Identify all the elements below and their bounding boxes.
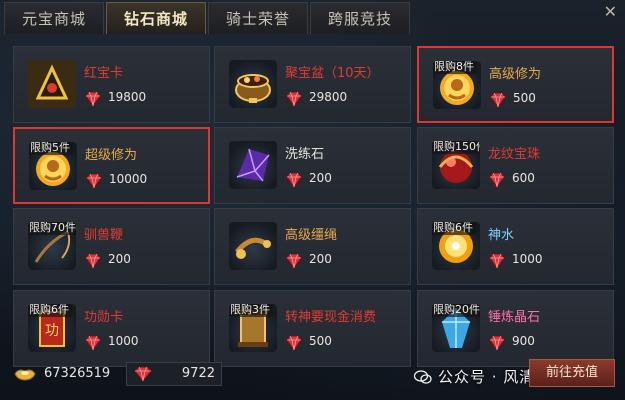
diamond-amount: 9722 bbox=[181, 366, 215, 381]
price-value: 500 bbox=[309, 334, 332, 348]
shop-item-card[interactable]: 限购150件龙纹宝珠 600 bbox=[417, 127, 614, 204]
gold-amount: 67326519 bbox=[44, 366, 111, 381]
price-value: 500 bbox=[513, 91, 536, 105]
diamond-icon bbox=[489, 92, 507, 108]
amulet-card-icon bbox=[28, 60, 76, 108]
item-name: 神水 bbox=[488, 228, 515, 243]
purchase-limit-badge: 限购6件 bbox=[28, 304, 72, 317]
blue-crystal-icon: 限购20件 bbox=[432, 304, 480, 352]
price-value: 19800 bbox=[108, 90, 147, 104]
purchase-limit-badge: 限购70件 bbox=[28, 222, 76, 235]
diamond-icon bbox=[84, 253, 102, 269]
scroll-icon: 限购3件 bbox=[229, 304, 277, 352]
item-name: 高级缰绳 bbox=[285, 228, 338, 243]
item-name: 洗练石 bbox=[285, 147, 325, 162]
shop-item-card[interactable]: 高级缰绳 200 bbox=[214, 208, 411, 285]
price-value: 29800 bbox=[309, 90, 348, 104]
purchase-limit-badge: 限购8件 bbox=[433, 61, 477, 74]
item-name: 龙纹宝珠 bbox=[488, 147, 541, 162]
purchase-limit-badge: 限购150件 bbox=[432, 141, 480, 154]
currency-footer: 67326519 9722 公众号 · 风清扬手游 前往充值 bbox=[0, 356, 625, 400]
item-name: 聚宝盆（10天） bbox=[285, 66, 380, 81]
cultivation-orb-icon: 限购8件 bbox=[433, 61, 481, 109]
shop-item-card[interactable]: 限购8件 高级修为 500 bbox=[417, 46, 614, 123]
recharge-button[interactable]: 前往充值 bbox=[529, 359, 615, 387]
diamond-icon bbox=[488, 253, 506, 269]
merit-card-icon: 功 限购6件 bbox=[28, 304, 76, 352]
diamond-icon bbox=[488, 335, 506, 351]
item-grid: 红宝卡 19800 聚宝盆（10天） 29800 限购8件 高级修为 500 限购5件 超级修为… bbox=[0, 0, 625, 400]
diamond-icon bbox=[285, 172, 303, 188]
purchase-limit-badge: 限购3件 bbox=[229, 304, 273, 317]
treasure-bowl-icon bbox=[229, 60, 277, 108]
purchase-limit-badge: 限购20件 bbox=[432, 304, 480, 317]
rein-icon bbox=[229, 222, 277, 270]
wechat-logo-icon bbox=[414, 370, 432, 384]
item-name: 高级修为 bbox=[489, 67, 542, 82]
item-name: 转神要现金消费 bbox=[285, 310, 377, 325]
price-value: 900 bbox=[512, 334, 535, 348]
shop-item-card[interactable]: 限购5件 超级修为 10000 bbox=[13, 127, 210, 204]
diamond-balance: 9722 bbox=[126, 362, 222, 386]
item-name: 功勋卡 bbox=[84, 310, 124, 325]
diamond-icon bbox=[285, 335, 303, 351]
price-value: 10000 bbox=[109, 172, 148, 186]
price-value: 1000 bbox=[512, 252, 543, 266]
item-name: 红宝卡 bbox=[84, 66, 124, 81]
diamond-icon bbox=[285, 253, 303, 269]
diamond-icon bbox=[84, 91, 102, 107]
price-value: 1000 bbox=[108, 334, 139, 348]
shop-item-card[interactable]: 限购6件 神水 1000 bbox=[417, 208, 614, 285]
whip-icon: 限购70件 bbox=[28, 222, 76, 270]
purple-crystal-icon bbox=[229, 141, 277, 189]
shop-item-card[interactable]: 限购70件 驯兽鞭 200 bbox=[13, 208, 210, 285]
diamond-icon bbox=[285, 91, 303, 107]
item-name: 驯兽鞭 bbox=[84, 228, 124, 243]
price-value: 600 bbox=[512, 171, 535, 185]
diamond-icon bbox=[85, 173, 103, 189]
diamond-icon bbox=[488, 172, 506, 188]
purchase-limit-badge: 限购6件 bbox=[432, 222, 476, 235]
shop-item-card[interactable]: 聚宝盆（10天） 29800 bbox=[214, 46, 411, 123]
shop-item-card[interactable]: 洗练石 200 bbox=[214, 127, 411, 204]
red-orb-icon: 限购150件 bbox=[432, 141, 480, 189]
diamond-icon bbox=[84, 335, 102, 351]
purchase-limit-badge: 限购5件 bbox=[29, 142, 73, 155]
diamond-icon bbox=[134, 367, 152, 381]
cultivation-orb-icon: 限购5件 bbox=[29, 142, 77, 190]
shop-item-card[interactable]: 红宝卡 19800 bbox=[13, 46, 210, 123]
price-value: 200 bbox=[309, 252, 332, 266]
item-name: 锤炼晶石 bbox=[488, 310, 541, 325]
price-value: 200 bbox=[108, 252, 131, 266]
svg-text:功: 功 bbox=[45, 323, 59, 339]
golden-orb-icon: 限购6件 bbox=[432, 222, 480, 270]
price-value: 200 bbox=[309, 171, 332, 185]
gold-ingot-icon bbox=[14, 369, 36, 381]
item-name: 超级修为 bbox=[85, 148, 138, 163]
